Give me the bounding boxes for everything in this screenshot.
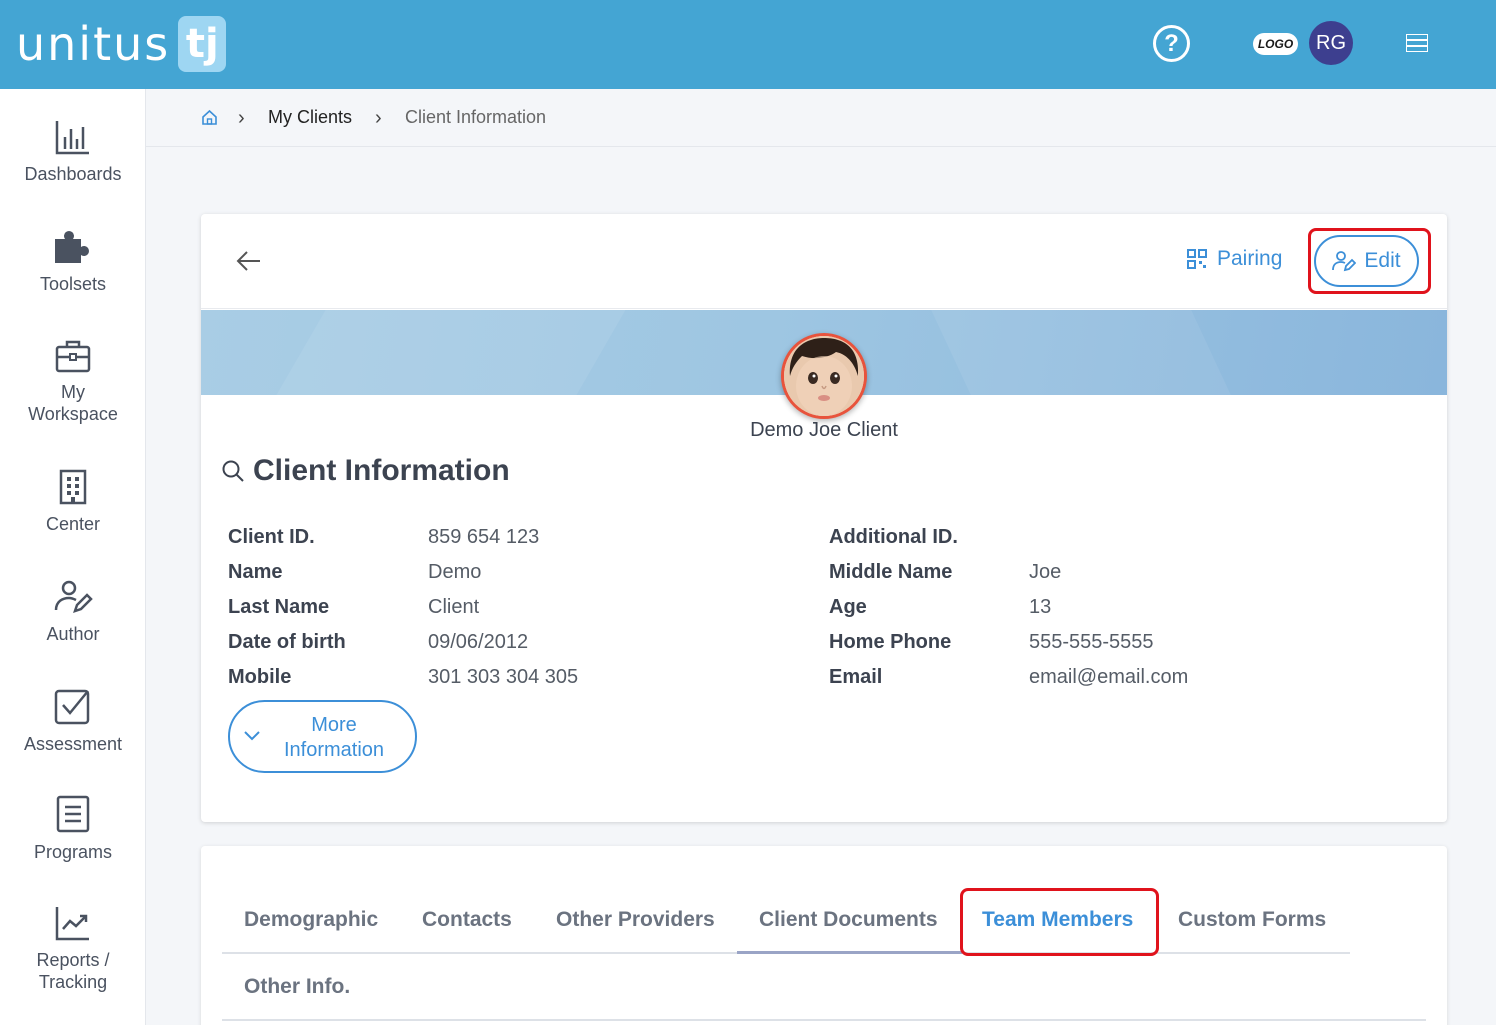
document-icon (56, 795, 90, 833)
sidebar-item-label: Reports / Tracking (36, 950, 110, 992)
more-label-line2: Information (283, 739, 385, 761)
field-value-email: email@email.com (1029, 666, 1189, 688)
chevron-right-icon: › (238, 107, 245, 129)
breadcrumb-my-clients[interactable]: My Clients (268, 107, 352, 128)
field-value-age: 13 (1029, 596, 1052, 618)
tab-other-info[interactable]: Other Info. (244, 975, 350, 999)
chevron-down-icon (244, 731, 260, 741)
field-value-name: Demo (428, 561, 482, 583)
field-label-email: Email (829, 666, 883, 688)
sidebar: Dashboards Toolsets My Workspace Center (0, 89, 146, 1025)
card-header: Pairing Edit (201, 214, 1447, 309)
field-label-date-of-birth: Date of birth (228, 631, 346, 653)
sidebar-item-label: Center (45, 514, 101, 534)
menu-icon[interactable] (1406, 34, 1428, 52)
sidebar-item-dashboards[interactable]: Dashboards (0, 119, 146, 185)
edit-user-icon (1332, 251, 1357, 272)
tab-active-indicator (737, 951, 962, 954)
sidebar-item-assessment[interactable]: Assessment (0, 687, 146, 755)
team-members-highlight-box (960, 888, 1159, 956)
briefcase-icon (55, 340, 91, 373)
sidebar-item-center[interactable]: Center (0, 469, 146, 535)
sidebar-item-label: Toolsets (39, 274, 107, 294)
search-icon (222, 460, 244, 482)
field-label-name: Name (228, 561, 283, 583)
field-value-client-id: 859 654 123 (428, 526, 540, 548)
home-icon[interactable] (201, 109, 218, 126)
field-value-mobile: 301 303 304 305 (428, 666, 579, 688)
sidebar-item-label: Author (46, 624, 100, 644)
banner-decoration (931, 310, 1231, 395)
sidebar-item-label: Dashboards (24, 164, 122, 184)
trend-chart-icon (55, 907, 89, 941)
checkbox-icon (54, 689, 90, 725)
banner-decoration (276, 310, 626, 395)
bar-chart-icon (55, 121, 89, 155)
puzzle-icon (55, 231, 89, 263)
author-icon (54, 580, 93, 613)
tab-custom-forms[interactable]: Custom Forms (1178, 908, 1326, 932)
more-information-button[interactable]: More Information (228, 700, 417, 773)
logo-mark: tj (178, 16, 227, 72)
field-label-additional-id: Additional ID. (829, 526, 958, 548)
edit-label: Edit (1364, 249, 1401, 272)
child-face-icon (784, 336, 864, 416)
sidebar-item-label: Programs (33, 842, 113, 862)
app-logo[interactable]: unitus tj (16, 14, 227, 74)
sidebar-item-toolsets[interactable]: Toolsets (0, 229, 146, 295)
tab-demographic[interactable]: Demographic (244, 908, 378, 932)
sidebar-item-my-workspace[interactable]: My Workspace (0, 339, 146, 425)
section-title-text: Client Information (253, 454, 510, 487)
more-information-label: More Information (280, 713, 388, 763)
sidebar-item-label: Assessment (23, 734, 123, 754)
breadcrumb: › My Clients › Client Information (146, 89, 1496, 147)
sidebar-item-author[interactable]: Author (0, 579, 146, 645)
sidebar-item-reports-tracking[interactable]: Reports / Tracking (0, 905, 146, 993)
top-bar: unitus tj ? LOGO RG (0, 0, 1496, 89)
sidebar-item-programs[interactable]: Programs (0, 795, 146, 863)
breadcrumb-client-information: Client Information (405, 107, 547, 127)
back-arrow-icon[interactable] (235, 247, 263, 275)
building-icon (59, 469, 87, 505)
section-title: Client Information (221, 454, 510, 488)
field-label-last-name: Last Name (228, 596, 330, 618)
field-value-last-name: Client (428, 596, 480, 618)
field-label-home-phone: Home Phone (829, 631, 952, 653)
field-value-date-of-birth: 09/06/2012 (428, 631, 529, 653)
client-avatar[interactable] (781, 333, 867, 419)
help-icon[interactable]: ? (1153, 25, 1190, 62)
tab-contacts[interactable]: Contacts (422, 908, 512, 932)
logo-text: unitus (16, 17, 171, 71)
field-value-middle-name: Joe (1029, 561, 1062, 583)
tab-other-providers[interactable]: Other Providers (556, 908, 715, 932)
edit-button[interactable]: Edit (1314, 235, 1419, 287)
org-logo: LOGO (1253, 33, 1298, 55)
pairing-button[interactable]: Pairing (1187, 247, 1282, 271)
sidebar-item-label: My Workspace (28, 382, 118, 424)
field-label-middle-name: Middle Name (829, 561, 953, 583)
field-label-age: Age (829, 596, 867, 618)
client-name: Demo Joe Client (750, 419, 898, 441)
more-label-line1: More (311, 714, 357, 736)
tab-client-documents[interactable]: Client Documents (759, 908, 938, 932)
field-value-home-phone: 555-555-5555 (1029, 631, 1154, 653)
tabs-card: Demographic Contacts Other Providers Cli… (201, 846, 1447, 1025)
tab-divider (222, 1019, 1426, 1021)
client-card: Pairing Edit Demo Joe Client Client Info… (201, 214, 1447, 822)
qr-code-icon (1187, 249, 1207, 269)
field-label-mobile: Mobile (228, 666, 292, 688)
pairing-label: Pairing (1217, 247, 1283, 270)
chevron-right-icon: › (375, 107, 382, 129)
user-avatar[interactable]: RG (1309, 21, 1353, 65)
field-label-client-id: Client ID. (228, 526, 315, 548)
